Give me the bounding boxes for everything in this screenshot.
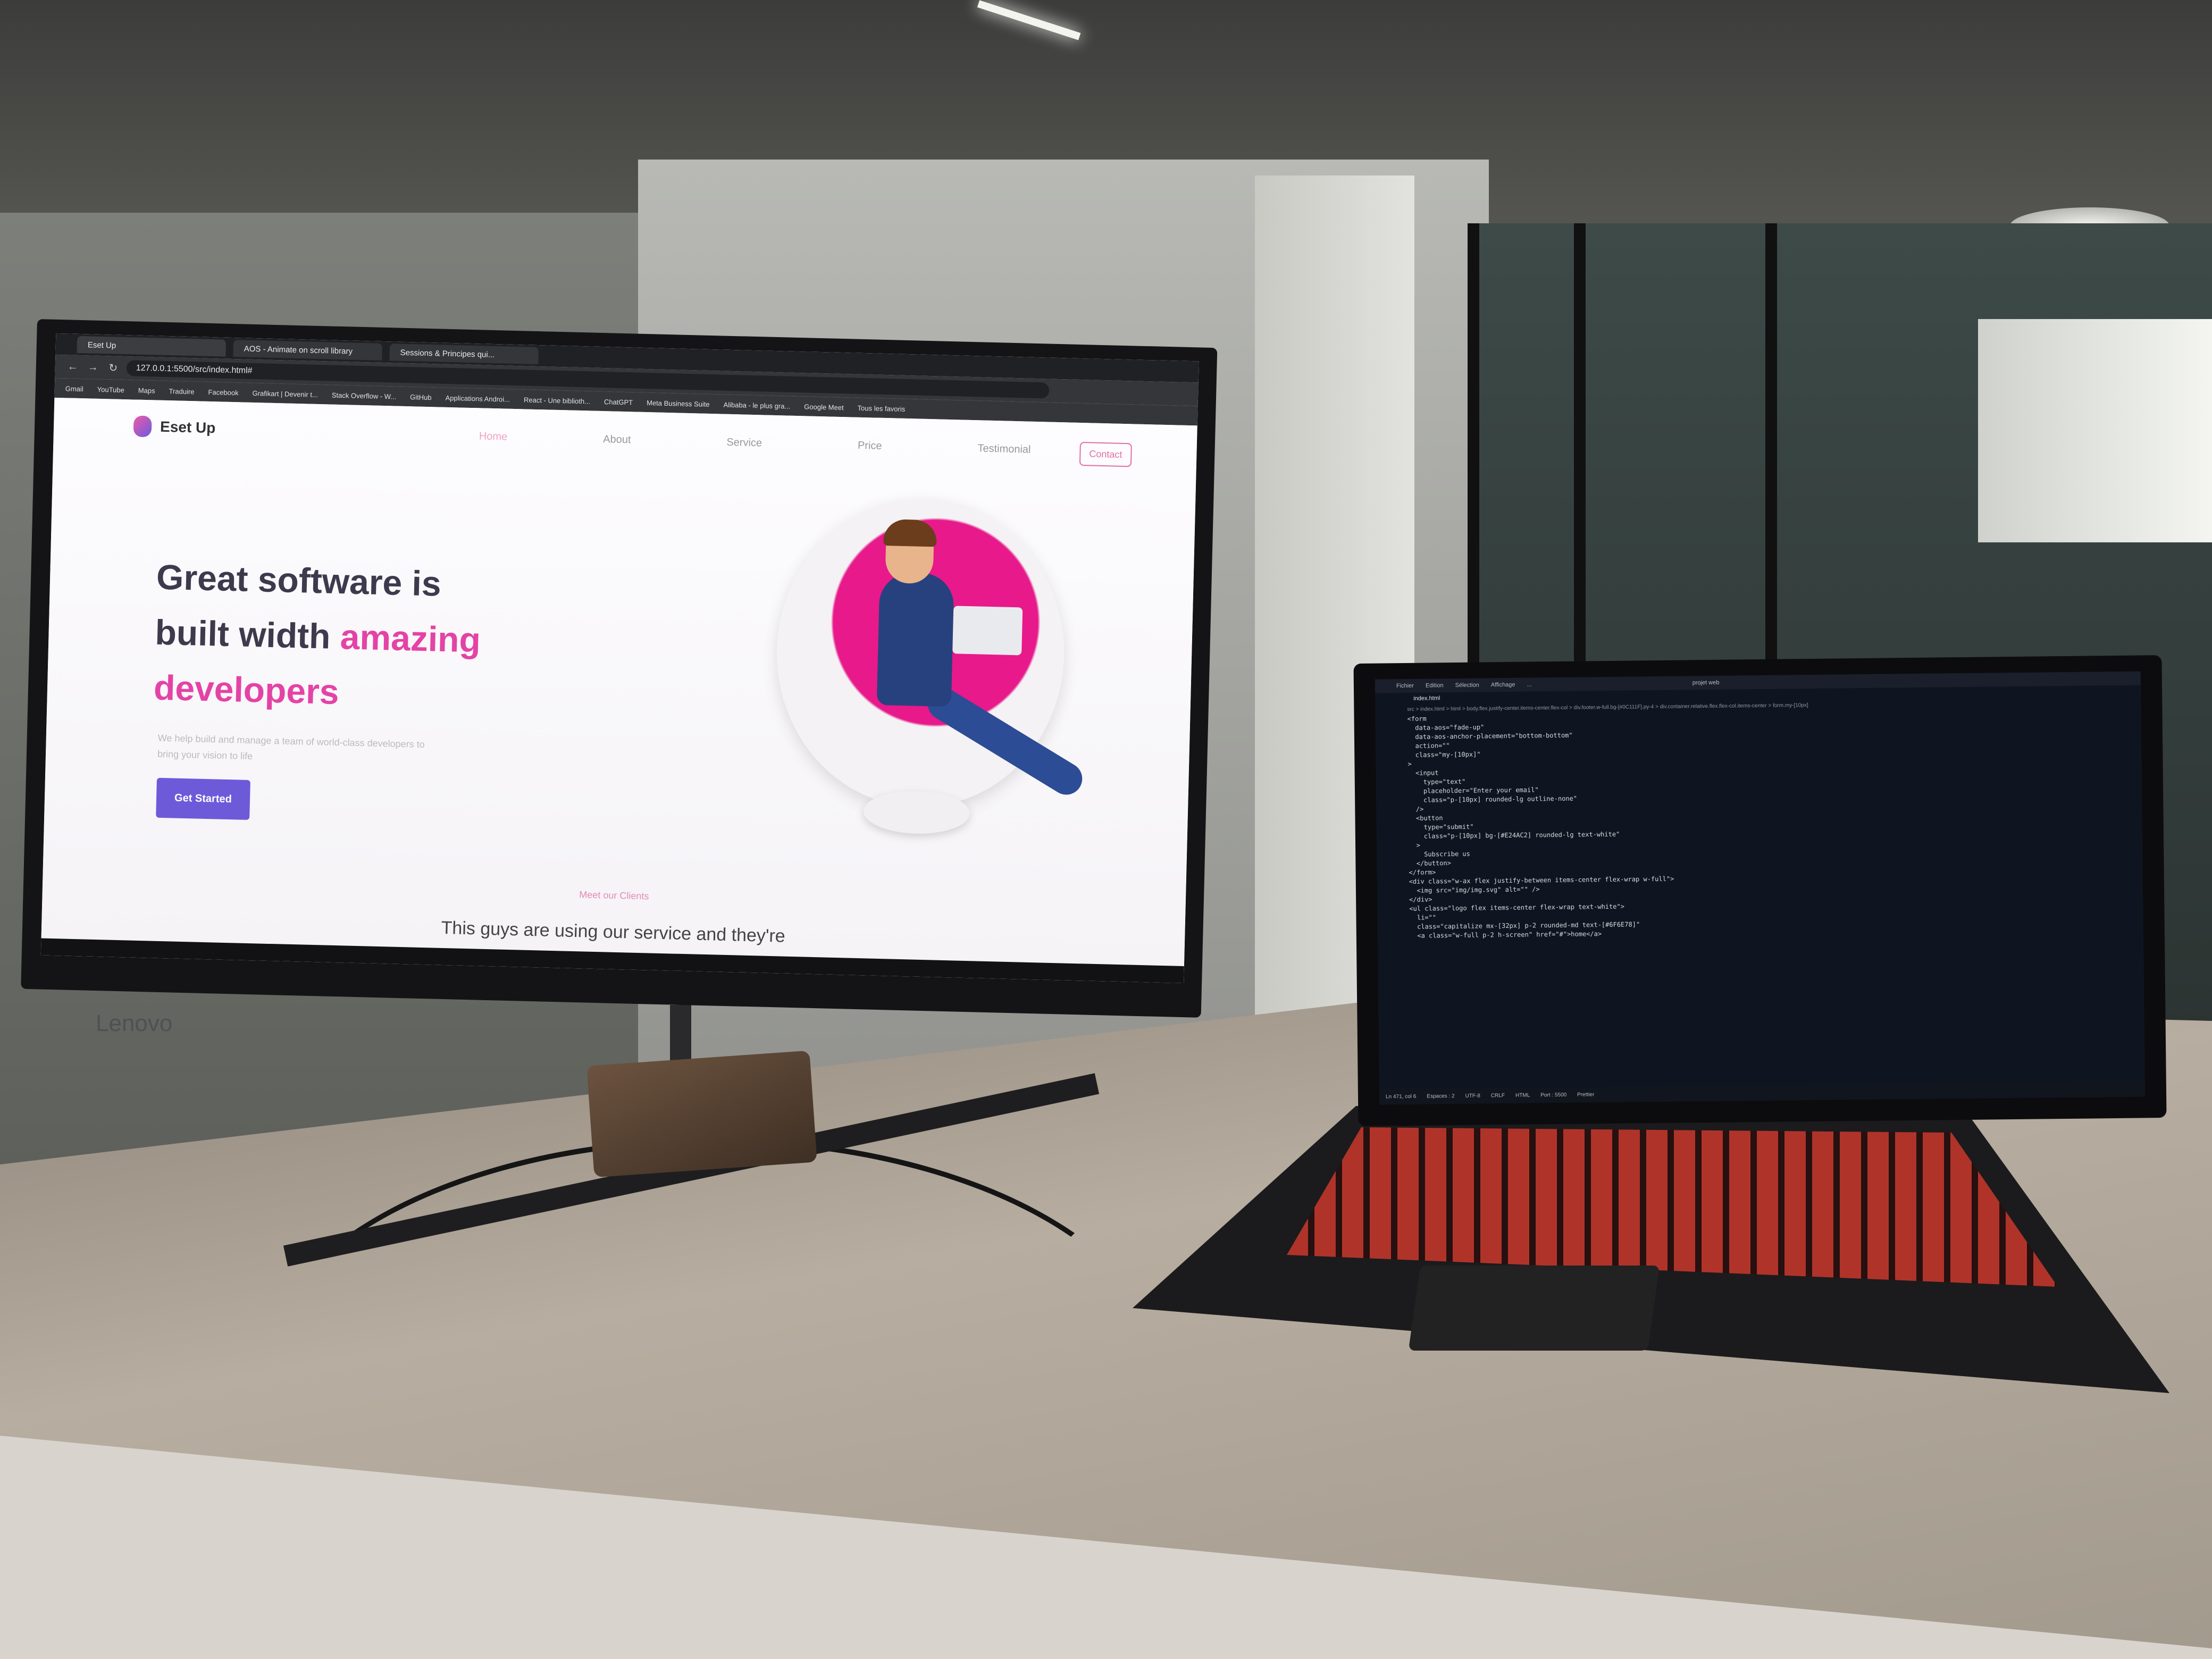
bookmark[interactable]: Facebook: [208, 388, 238, 396]
code-editor: Fichier Edition Sélection Affichage ... …: [1375, 671, 2146, 1105]
bookmark[interactable]: Tous les favoris: [858, 404, 906, 413]
bookmark[interactable]: Alibaba - le plus gra...: [723, 400, 790, 410]
editor-search[interactable]: projet web: [1692, 680, 1720, 686]
bookmark[interactable]: Google Meet: [804, 403, 844, 412]
monitor-brand: Lenovo: [96, 1010, 173, 1036]
menu-item[interactable]: Edition: [1426, 682, 1444, 689]
status-item[interactable]: Espaces : 2: [1427, 1093, 1454, 1100]
bookmark[interactable]: GitHub: [410, 393, 432, 401]
back-icon[interactable]: ←: [66, 361, 80, 373]
browser-tab[interactable]: AOS - Animate on scroll library: [233, 340, 383, 361]
status-item[interactable]: Port : 5500: [1540, 1092, 1566, 1098]
forward-icon[interactable]: →: [86, 361, 100, 374]
site-nav: Home About Service Price Testimonial: [479, 430, 1031, 456]
bookmark[interactable]: ChatGPT: [604, 398, 633, 406]
nav-service[interactable]: Service: [726, 437, 762, 450]
laptop-screen: Fichier Edition Sélection Affichage ... …: [1353, 655, 2167, 1126]
bookmark[interactable]: Gmail: [65, 384, 83, 393]
nav-about[interactable]: About: [603, 433, 631, 446]
bookmark[interactable]: Maps: [138, 386, 155, 395]
window-light: [1978, 319, 2212, 542]
laptop-trackpad: [1408, 1266, 1660, 1351]
status-bar: Ln 471, col 6 Espaces : 2 UTF-8 CRLF HTM…: [1379, 1080, 2146, 1105]
site-logo[interactable]: Eset Up: [133, 415, 216, 439]
status-item[interactable]: CRLF: [1491, 1093, 1505, 1099]
illustration-laptop: [952, 606, 1023, 656]
bookmark[interactable]: React - Une biblioth...: [524, 396, 590, 405]
menu-item[interactable]: ...: [1527, 681, 1531, 688]
monitor-screen: Eset Up AOS - Animate on scroll library …: [40, 333, 1199, 984]
bookmark[interactable]: Stack Overflow - W...: [332, 391, 397, 400]
status-item[interactable]: Ln 471, col 6: [1386, 1093, 1416, 1100]
meet-clients-label: Meet our Clients: [579, 889, 649, 902]
monitor: Eset Up AOS - Animate on scroll library …: [21, 319, 1218, 1018]
logo-icon: [133, 415, 152, 438]
nav-price[interactable]: Price: [858, 440, 882, 453]
bookmark[interactable]: Traduire: [169, 387, 194, 396]
browser-tab[interactable]: Sessions & Principes qui...: [389, 343, 539, 365]
bookmark[interactable]: Meta Business Suite: [647, 399, 710, 408]
bookmark[interactable]: Grafikart | Devenir t...: [252, 389, 318, 398]
hero-subtitle: We help build and manage a team of world…: [157, 732, 425, 762]
browser-tab[interactable]: Eset Up: [77, 336, 227, 357]
status-item[interactable]: Prettier: [1577, 1092, 1594, 1097]
editor-menubar: Fichier Edition Sélection Affichage ... …: [1375, 671, 2141, 693]
hero-line-part: built width: [154, 612, 341, 657]
contact-button[interactable]: Contact: [1079, 441, 1132, 467]
bookmark[interactable]: Applications Androi...: [445, 393, 510, 403]
hero-accent: developers: [153, 667, 340, 712]
code-content[interactable]: <form data-aos="fade-up" data-aos-anchor…: [1376, 707, 2143, 941]
cable: [255, 1138, 1170, 1627]
hero-title: Great software is built width amazing de…: [153, 549, 635, 727]
wallet: [586, 1050, 817, 1178]
bookmark[interactable]: YouTube: [97, 385, 124, 393]
status-item[interactable]: UTF-8: [1465, 1093, 1480, 1099]
brand-name: Eset Up: [160, 418, 216, 437]
nav-home[interactable]: Home: [479, 430, 508, 443]
nav-testimonial[interactable]: Testimonial: [977, 442, 1031, 456]
get-started-button[interactable]: Get Started: [156, 777, 250, 820]
editor-tab[interactable]: index.html: [1407, 692, 1447, 705]
person-body: [876, 572, 954, 707]
menu-item[interactable]: Sélection: [1455, 682, 1479, 689]
menu-item[interactable]: Fichier: [1396, 683, 1414, 689]
hero-accent: amazing: [339, 617, 481, 660]
menu-item[interactable]: Affichage: [1491, 682, 1515, 688]
website: Eset Up Home About Service Price Testimo…: [41, 397, 1197, 967]
reload-icon[interactable]: ↻: [106, 361, 121, 375]
status-item[interactable]: HTML: [1515, 1092, 1530, 1098]
